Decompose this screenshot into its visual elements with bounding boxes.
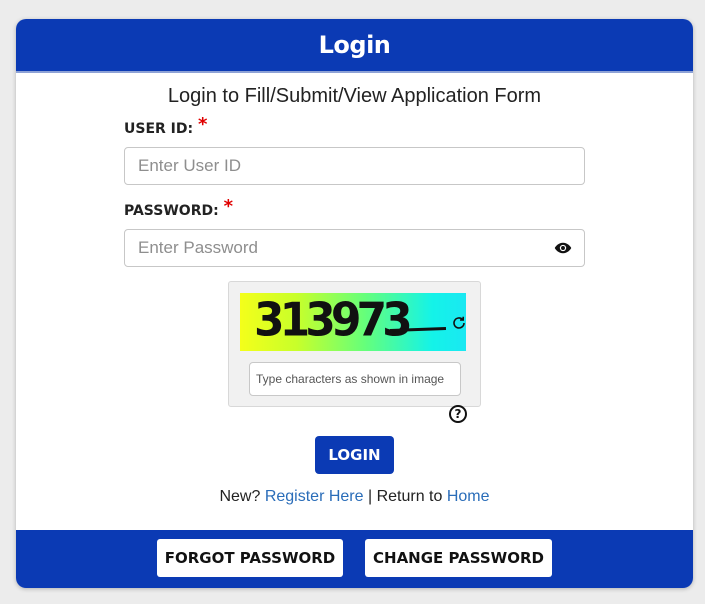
user-id-label-text: USER ID:: [124, 121, 194, 137]
password-label-text: PASSWORD:: [124, 203, 219, 219]
required-mark: *: [197, 114, 208, 135]
password-group: PASSWORD: * Enter Password: [124, 196, 585, 267]
user-id-input[interactable]: Enter User ID: [124, 147, 585, 185]
password-placeholder: Enter Password: [138, 238, 258, 257]
captcha-input[interactable]: Type characters as shown in image: [249, 362, 461, 396]
help-icon[interactable]: ?: [449, 405, 467, 423]
register-home-links: New? Register Here | Return to Home: [16, 488, 693, 506]
captcha-placeholder: Type characters as shown in image: [256, 372, 445, 386]
user-id-placeholder: Enter User ID: [138, 156, 241, 175]
login-button[interactable]: LOGIN: [315, 436, 394, 474]
links-separator: |: [367, 488, 373, 505]
return-prefix: Return to: [376, 488, 443, 505]
refresh-icon[interactable]: [451, 315, 467, 331]
card-footer: FORGOT PASSWORD CHANGE PASSWORD: [16, 530, 693, 588]
captcha-strike: [389, 327, 447, 332]
change-password-button[interactable]: CHANGE PASSWORD: [365, 539, 552, 577]
register-link[interactable]: Register Here: [265, 488, 364, 505]
new-prefix: New?: [219, 488, 261, 505]
password-input[interactable]: Enter Password: [124, 229, 585, 267]
user-id-group: USER ID: * Enter User ID: [124, 114, 585, 185]
captcha-text: 313973: [254, 293, 413, 348]
user-id-label: USER ID: *: [124, 114, 585, 138]
page-title: Login: [318, 31, 391, 59]
form-subtitle: Login to Fill/Submit/View Application Fo…: [167, 85, 542, 107]
home-link[interactable]: Home: [447, 488, 490, 505]
login-card: Login Login to Fill/Submit/View Applicat…: [16, 19, 693, 588]
card-header: Login: [16, 19, 693, 73]
required-mark: *: [223, 196, 233, 217]
password-label: PASSWORD: *: [124, 196, 585, 220]
eye-icon[interactable]: [554, 240, 572, 256]
forgot-password-button[interactable]: FORGOT PASSWORD: [157, 539, 343, 577]
captcha-image: 313973: [240, 293, 466, 351]
captcha-box: 313973 Type characters as shown in image: [228, 281, 481, 407]
